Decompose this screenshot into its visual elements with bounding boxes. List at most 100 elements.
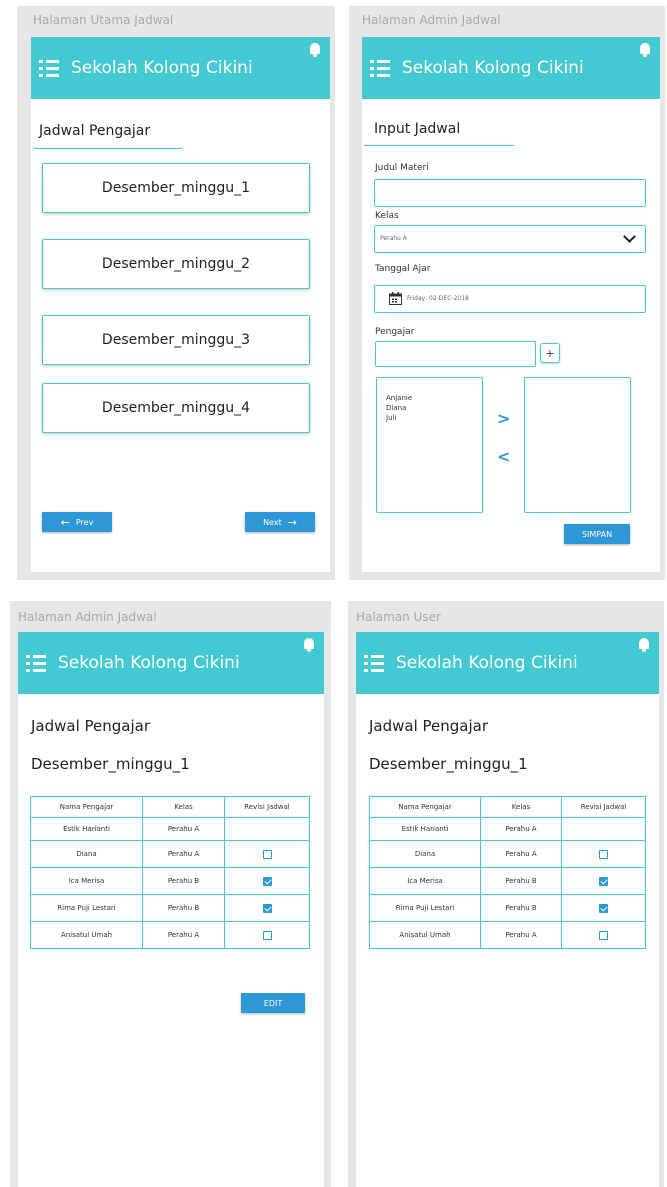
move-left-button[interactable]: <	[497, 447, 510, 466]
menu-list-icon[interactable]	[370, 59, 390, 77]
column-header: Revisi Jadwal	[561, 796, 646, 818]
table-row: Ica Merisa Perahu B	[30, 867, 310, 895]
cell-name: Diana	[30, 840, 143, 868]
cell-kelas: Perahu B	[480, 867, 562, 895]
revisi-checkbox[interactable]	[262, 930, 272, 940]
caption-user: Halaman User	[356, 610, 441, 624]
tanggal-value: Friday, 02-DEC-2018	[407, 295, 469, 302]
column-header: Nama Pengajar	[30, 796, 143, 818]
bell-icon[interactable]	[640, 43, 650, 57]
list-item[interactable]: Diana	[386, 404, 406, 412]
bell-icon[interactable]	[304, 638, 314, 652]
kelas-selected-value: Perahu A	[380, 235, 407, 242]
kelas-select[interactable]: Perahu A	[374, 225, 646, 253]
cell-kelas: Perahu A	[142, 817, 225, 841]
list-item[interactable]: Juli	[386, 414, 396, 422]
table-row: Ica Merisa Perahu B	[369, 867, 646, 895]
cell-revisi	[561, 921, 646, 949]
pengajar-label: Pengajar	[375, 327, 415, 337]
cell-revisi	[561, 867, 646, 895]
column-header: Revisi Jadwal	[224, 796, 310, 818]
week-card-1[interactable]: Desember_minggu_1	[42, 163, 310, 213]
app-title: Sekolah Kolong Cikini	[402, 58, 584, 78]
calendar-icon[interactable]	[389, 292, 402, 305]
cell-revisi	[561, 840, 646, 868]
cell-revisi	[561, 894, 646, 922]
cell-kelas: Perahu A	[480, 921, 562, 949]
page-title: Jadwal Pengajar	[369, 717, 489, 735]
cell-revisi	[224, 894, 310, 922]
schedule-table: Nama Pengajar Kelas Revisi Jadwal Estik …	[30, 796, 310, 949]
revisi-checkbox[interactable]	[599, 930, 608, 940]
page-title: Input Jadwal	[374, 121, 461, 137]
week-title: Desember_minggu_1	[369, 755, 528, 773]
pengajar-input[interactable]	[375, 341, 536, 367]
cell-name: Ica Merisa	[369, 867, 481, 895]
cell-name: Anisatul Umah	[30, 921, 143, 949]
cell-name: Estik Harianti	[369, 817, 481, 841]
list-item[interactable]: Anjanie	[386, 394, 412, 402]
table-row: Anisatul Umah Perahu A	[369, 921, 646, 949]
app-bar: Sekolah Kolong Cikini	[362, 37, 660, 99]
revisi-checkbox[interactable]	[599, 876, 608, 886]
revisi-checkbox[interactable]	[262, 876, 272, 886]
cell-revisi-empty	[224, 817, 310, 841]
app-bar: Sekolah Kolong Cikini	[18, 632, 324, 694]
page-title: Jadwal Pengajar	[39, 123, 151, 139]
screen-user: Sekolah Kolong Cikini Jadwal Pengajar De…	[356, 632, 659, 1187]
table-row: Diana Perahu A	[30, 840, 310, 868]
cell-name: Rima Puji Lestari	[369, 894, 481, 922]
judul-input[interactable]	[374, 179, 646, 207]
cell-kelas: Perahu A	[480, 817, 562, 841]
column-header: Nama Pengajar	[369, 796, 481, 818]
add-pengajar-button[interactable]: +	[540, 343, 560, 363]
revisi-checkbox[interactable]	[262, 903, 272, 913]
table-row: Anisatul Umah Perahu A	[30, 921, 310, 949]
revisi-checkbox[interactable]	[599, 903, 608, 913]
caption-admin-table: Halaman Admin Jadwal	[18, 610, 157, 624]
app-title: Sekolah Kolong Cikini	[396, 653, 578, 673]
menu-list-icon[interactable]	[364, 654, 384, 672]
week-card-3[interactable]: Desember_minggu_3	[42, 315, 310, 365]
cell-kelas: Perahu A	[142, 840, 225, 868]
menu-list-icon[interactable]	[26, 654, 46, 672]
selected-pengajar-list[interactable]	[524, 377, 631, 513]
cell-kelas: Perahu B	[142, 894, 225, 922]
chevron-down-icon	[623, 230, 636, 243]
app-bar: Sekolah Kolong Cikini	[356, 632, 659, 694]
kelas-label: Kelas	[375, 211, 399, 221]
week-card-4[interactable]: Desember_minggu_4	[42, 383, 310, 433]
available-pengajar-list[interactable]: Anjanie Diana Juli	[376, 377, 483, 513]
bell-icon[interactable]	[310, 43, 320, 57]
cell-name: Diana	[369, 840, 481, 868]
arrow-right-icon: →	[287, 515, 297, 529]
cell-revisi	[224, 840, 310, 868]
cell-name: Estik Harianti	[30, 817, 143, 841]
cell-name: Rima Puji Lestari	[30, 894, 143, 922]
prev-button[interactable]: ← Prev	[42, 512, 112, 532]
table-row: Rima Puji Lestari Perahu B	[369, 894, 646, 922]
screen-home: Sekolah Kolong Cikini Jadwal Pengajar De…	[31, 37, 330, 572]
week-card-2[interactable]: Desember_minggu_2	[42, 239, 310, 289]
table-row: Rima Puji Lestari Perahu B	[30, 894, 310, 922]
app-title: Sekolah Kolong Cikini	[71, 58, 253, 78]
page-title: Jadwal Pengajar	[31, 717, 151, 735]
cell-name: Ica Merisa	[30, 867, 143, 895]
edit-button[interactable]: EDIT	[241, 993, 305, 1013]
revisi-checkbox[interactable]	[599, 849, 608, 859]
move-right-button[interactable]: >	[497, 409, 510, 428]
save-button[interactable]: SIMPAN	[564, 524, 630, 544]
cell-revisi-empty	[561, 817, 646, 841]
app-bar: Sekolah Kolong Cikini	[31, 37, 330, 99]
caption-home: Halaman Utama Jadwal	[33, 13, 174, 27]
tanggal-input[interactable]: Friday, 02-DEC-2018	[374, 285, 646, 313]
screen-admin-input: Sekolah Kolong Cikini Input Jadwal Judul…	[362, 37, 660, 572]
cell-name: Anisatul Umah	[369, 921, 481, 949]
next-button[interactable]: Next →	[245, 512, 315, 532]
bell-icon[interactable]	[639, 638, 649, 652]
menu-list-icon[interactable]	[39, 59, 59, 77]
app-title: Sekolah Kolong Cikini	[58, 653, 240, 673]
revisi-checkbox[interactable]	[262, 849, 272, 859]
judul-label: Judul Materi	[375, 163, 429, 173]
week-title: Desember_minggu_1	[31, 755, 190, 773]
